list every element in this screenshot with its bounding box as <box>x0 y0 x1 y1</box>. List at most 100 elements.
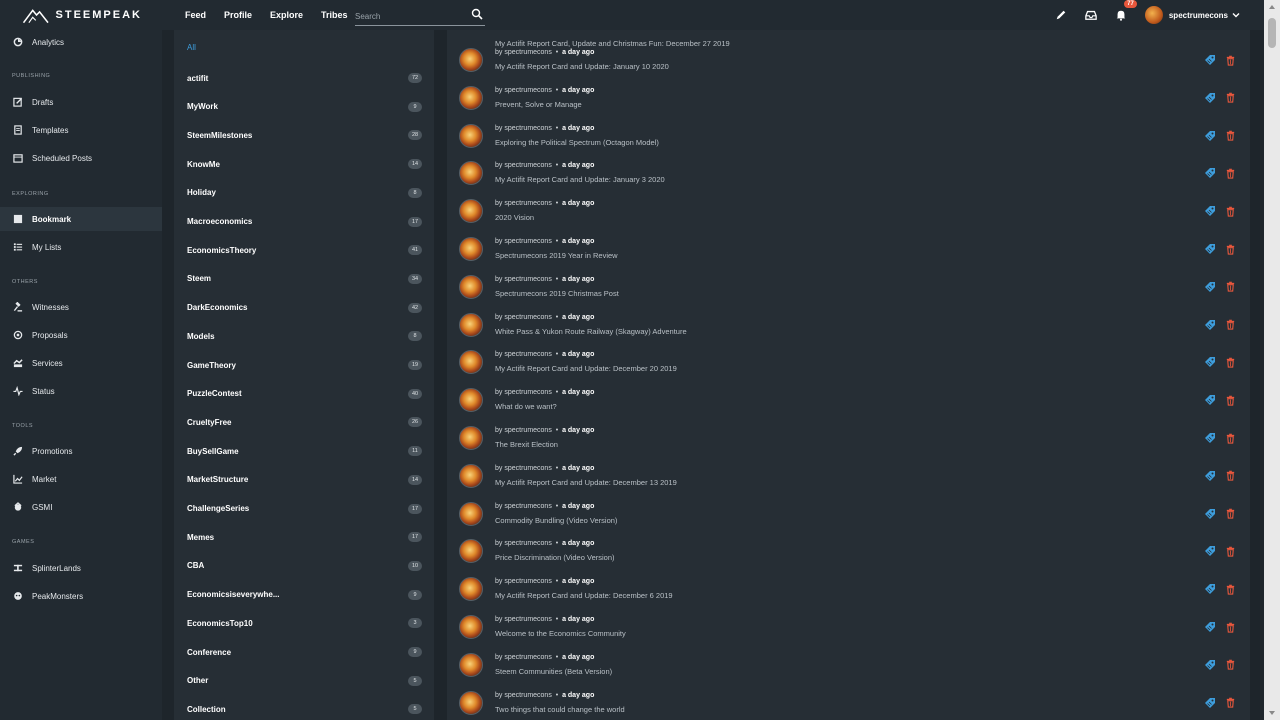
tag-item[interactable]: BuySellGame 11 <box>187 442 422 460</box>
list-item[interactable]: by spectrumecons • a day ago What do we w… <box>447 381 1250 419</box>
delete-icon[interactable] <box>1224 697 1236 709</box>
tag-icon[interactable] <box>1204 130 1216 142</box>
tag-item[interactable]: CBA 10 <box>187 557 422 575</box>
tag-item[interactable]: Conference 9 <box>187 643 422 661</box>
post-title[interactable]: My Actifit Report Card and Update: Decem… <box>495 364 677 373</box>
avatar[interactable] <box>459 501 483 526</box>
avatar[interactable] <box>459 237 483 261</box>
list-item[interactable]: by spectrumecons • a day ago 2020 Vision <box>447 192 1250 230</box>
tag-icon[interactable] <box>1204 659 1216 671</box>
post-author[interactable]: spectrumecons <box>504 654 551 661</box>
tag-icon[interactable] <box>1204 243 1216 255</box>
tag-icon[interactable] <box>1204 583 1216 595</box>
write-post-icon[interactable] <box>1053 7 1069 23</box>
tag-item[interactable]: SteemMilestones 28 <box>187 126 422 144</box>
post-title[interactable]: Welcome to the Economics Community <box>495 629 626 638</box>
post-author[interactable]: spectrumecons <box>504 351 551 358</box>
tag-icon[interactable] <box>1204 281 1216 293</box>
sidebar-item-status[interactable]: Status <box>0 379 162 403</box>
post-author[interactable]: spectrumecons <box>504 540 551 547</box>
tag-item[interactable]: Holiday 8 <box>187 184 422 202</box>
tag-icon[interactable] <box>1204 394 1216 406</box>
tag-item[interactable]: Economicsiseverywhe... 9 <box>187 586 422 604</box>
sidebar-item-proposals[interactable]: Proposals <box>0 323 162 347</box>
post-title[interactable]: Exploring the Political Spectrum (Octago… <box>495 138 659 147</box>
post-title[interactable]: My Actifit Report Card and Update: Decem… <box>495 478 677 487</box>
post-author[interactable]: spectrumecons <box>504 125 551 132</box>
list-item[interactable]: by spectrumecons • a day ago Spectrumecon… <box>447 230 1250 268</box>
avatar[interactable] <box>459 312 483 337</box>
post-author[interactable]: spectrumecons <box>504 162 551 169</box>
list-item[interactable]: by spectrumecons • a day ago Price Discri… <box>447 532 1250 570</box>
tag-icon[interactable] <box>1204 167 1216 179</box>
post-author[interactable]: spectrumecons <box>504 692 551 699</box>
inbox-icon[interactable] <box>1083 7 1099 23</box>
avatar[interactable] <box>459 123 483 148</box>
post-author[interactable]: spectrumecons <box>504 238 551 245</box>
sidebar-item-promotions[interactable]: Promotions <box>0 439 162 463</box>
tag-item[interactable]: EconomicsTheory 41 <box>187 241 422 259</box>
tag-icon[interactable] <box>1204 432 1216 444</box>
scroll-down-icon[interactable] <box>1268 709 1276 717</box>
post-title[interactable]: My Actifit Report Card and Update: Janua… <box>495 175 665 184</box>
sidebar-item-bookmark[interactable]: Bookmark <box>0 207 162 231</box>
delete-icon[interactable] <box>1224 545 1236 557</box>
delete-icon[interactable] <box>1224 508 1236 520</box>
post-title[interactable]: Spectrumecons 2019 Christmas Post <box>495 289 619 298</box>
post-author[interactable]: spectrumecons <box>504 578 551 585</box>
list-item[interactable]: by spectrumecons • a day ago My Actifit R… <box>447 457 1250 495</box>
notifications-bell-icon[interactable]: 77 <box>1113 0 1137 23</box>
list-item[interactable]: by spectrumecons • a day ago Welcome to t… <box>447 608 1250 646</box>
tag-icon[interactable] <box>1204 92 1216 104</box>
avatar[interactable] <box>459 350 483 375</box>
sidebar-item-templates[interactable]: Templates <box>0 118 162 142</box>
avatar[interactable] <box>459 690 483 715</box>
delete-icon[interactable] <box>1224 205 1236 217</box>
list-item[interactable]: by spectrumecons • a day ago My Actifit R… <box>447 41 1250 79</box>
sidebar-item-analytics[interactable]: Analytics <box>0 30 162 54</box>
avatar[interactable] <box>459 161 483 186</box>
tag-item[interactable]: ChallengeSeries 17 <box>187 500 422 518</box>
tag-icon[interactable] <box>1204 621 1216 633</box>
avatar[interactable] <box>459 463 483 488</box>
post-author[interactable]: spectrumecons <box>504 616 551 623</box>
delete-icon[interactable] <box>1224 659 1236 671</box>
nav-tribes[interactable]: Tribes <box>321 10 348 20</box>
sidebar-item-peakmonsters[interactable]: PeakMonsters <box>0 584 162 608</box>
delete-icon[interactable] <box>1224 470 1236 482</box>
scroll-up-icon[interactable] <box>1268 3 1276 11</box>
post-title[interactable]: Prevent, Solve or Manage <box>495 100 582 109</box>
delete-icon[interactable] <box>1224 243 1236 255</box>
post-author[interactable]: spectrumecons <box>504 276 551 283</box>
post-title[interactable]: My Actifit Report Card and Update: Janua… <box>495 62 669 71</box>
list-item[interactable]: by spectrumecons • a day ago Commodity Bu… <box>447 495 1250 533</box>
delete-icon[interactable] <box>1224 319 1236 331</box>
post-author[interactable]: spectrumecons <box>504 49 551 56</box>
tag-item[interactable]: MarketStructure 14 <box>187 471 422 489</box>
tag-icon[interactable] <box>1204 545 1216 557</box>
sidebar-item-witnesses[interactable]: Witnesses <box>0 295 162 319</box>
tag-item[interactable]: Collection 5 <box>187 700 422 718</box>
avatar[interactable] <box>459 199 483 224</box>
tag-item[interactable]: PuzzleContest 40 <box>187 385 422 403</box>
tag-icon[interactable] <box>1204 470 1216 482</box>
sidebar-item-drafts[interactable]: Drafts <box>0 90 162 114</box>
delete-icon[interactable] <box>1224 130 1236 142</box>
steempeak-logo[interactable]: STEEMPEAK <box>22 2 142 28</box>
post-title[interactable]: Commodity Bundling (Video Version) <box>495 516 617 525</box>
avatar[interactable] <box>459 85 483 110</box>
avatar[interactable] <box>459 539 483 564</box>
scroll-thumb[interactable] <box>1268 18 1276 48</box>
avatar[interactable] <box>459 48 483 72</box>
tag-icon[interactable] <box>1204 356 1216 368</box>
tag-item[interactable]: actifit 72 <box>187 69 422 87</box>
post-title[interactable]: Two things that could change the world <box>495 705 625 714</box>
avatar[interactable] <box>459 577 483 602</box>
post-title[interactable]: My Actifit Report Card and Update: Decem… <box>495 591 673 600</box>
post-author[interactable]: spectrumecons <box>504 389 551 396</box>
list-item[interactable]: by spectrumecons • a day ago White Pass &… <box>447 306 1250 344</box>
tag-all[interactable]: All <box>187 43 196 52</box>
post-author[interactable]: spectrumecons <box>504 200 551 207</box>
tag-item[interactable]: EconomicsTop10 3 <box>187 614 422 632</box>
sidebar-item-my-lists[interactable]: My Lists <box>0 235 162 259</box>
